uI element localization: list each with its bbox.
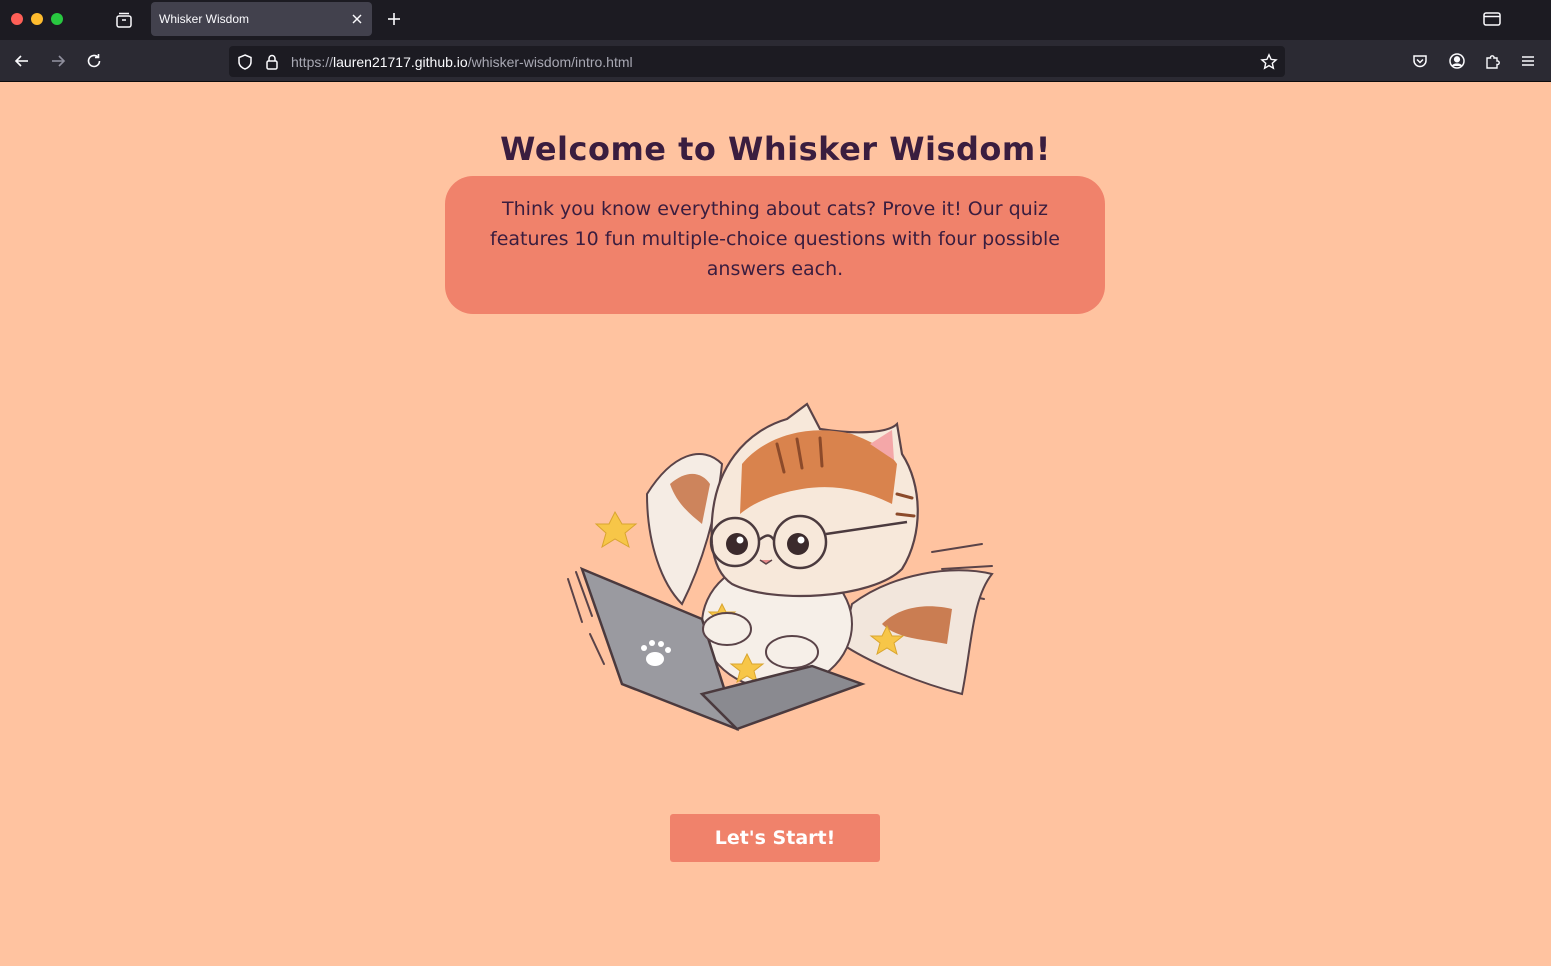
navigation-toolbar: https://lauren21717.github.io/whisker-wi… <box>0 40 1551 82</box>
hamburger-menu-icon[interactable] <box>1517 50 1539 72</box>
url-scheme: https:// <box>291 54 334 70</box>
tab-title: Whisker Wisdom <box>159 12 250 26</box>
intro-card: Think you know everything about cats? Pr… <box>445 176 1105 314</box>
forward-arrow-icon[interactable] <box>47 50 69 72</box>
window-minimize-button[interactable] <box>31 13 43 25</box>
puzzle-icon[interactable] <box>1482 50 1504 72</box>
plus-icon[interactable] <box>384 9 404 29</box>
close-icon[interactable] <box>350 11 364 25</box>
account-icon[interactable] <box>1446 50 1468 72</box>
window-close-button[interactable] <box>11 13 23 25</box>
back-arrow-icon[interactable] <box>11 50 33 72</box>
tabs-overview-icon[interactable] <box>112 8 136 32</box>
url-path: /whisker-wisdom/intro.html <box>467 54 633 70</box>
window-layout-icon[interactable] <box>1482 10 1502 28</box>
tab-active[interactable]: Whisker Wisdom <box>151 2 372 36</box>
shield-icon[interactable] <box>236 53 254 71</box>
start-quiz-button[interactable]: Let's Start! <box>670 814 880 862</box>
pocket-icon[interactable] <box>1409 50 1431 72</box>
page-viewport: Welcome to Whisker Wisdom! Think you kno… <box>0 82 1551 966</box>
intro-text: Think you know everything about cats? Pr… <box>490 198 1060 280</box>
star-icon[interactable] <box>1260 53 1278 71</box>
window-maximize-button[interactable] <box>51 13 63 25</box>
url-host: lauren21717.github.io <box>333 54 468 70</box>
page-title: Welcome to Whisker Wisdom! <box>500 130 1051 168</box>
tab-strip: Whisker Wisdom <box>0 0 1551 40</box>
reload-icon[interactable] <box>83 50 105 72</box>
cat-laptop-illustration <box>567 402 994 732</box>
url-text[interactable]: https://lauren21717.github.io/whisker-wi… <box>291 54 633 70</box>
lock-icon[interactable] <box>263 53 281 71</box>
address-bar[interactable]: https://lauren21717.github.io/whisker-wi… <box>229 46 1285 77</box>
